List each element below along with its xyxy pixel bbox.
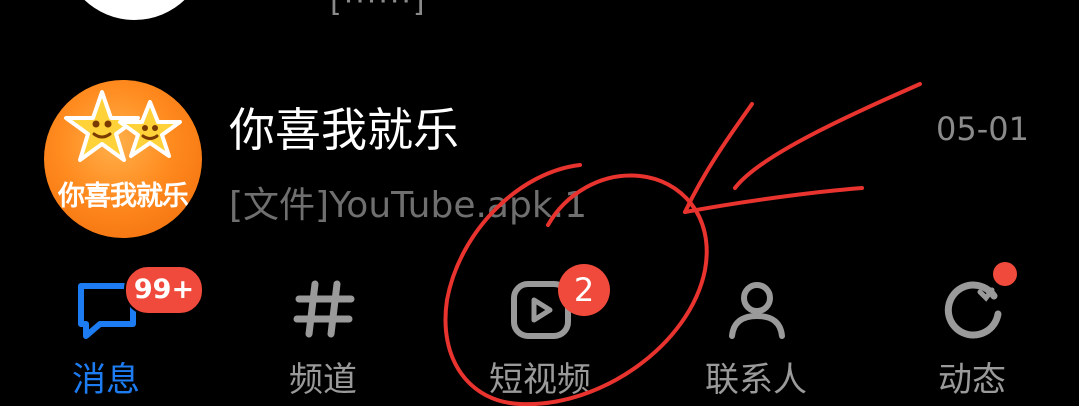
bottom-tab-bar: 99+ 消息 频道 2 短视频 联系人 动态 (0, 262, 1079, 406)
stars-logo-icon (64, 90, 182, 162)
avatar-caption: 你喜我就乐 (58, 181, 189, 212)
tab-label: 动态 (938, 360, 1006, 400)
previous-chat-preview: [······] (330, 0, 427, 19)
chat-last-message: [文件]YouTube.apk.1 (229, 185, 588, 226)
tab-label: 频道 (289, 360, 357, 400)
tab-messages[interactable]: 99+ 消息 (36, 262, 204, 402)
chat-time: 05-01 (936, 110, 1029, 148)
previous-chat-avatar (62, 0, 207, 20)
tab-channels[interactable]: 频道 (253, 262, 393, 402)
tab-label: 短视频 (489, 360, 591, 400)
chat-avatar: 你喜我就乐 (44, 80, 202, 238)
tab-short-video[interactable]: 2 短视频 (470, 262, 610, 402)
tab-label: 联系人 (705, 360, 807, 400)
unread-badge: 2 (558, 264, 610, 316)
tab-label: 消息 (72, 360, 140, 400)
hashtag-icon (293, 280, 355, 338)
tab-activity[interactable]: 动态 (902, 262, 1042, 402)
activity-icon (944, 281, 1002, 339)
chat-item[interactable]: 你喜我就乐 你喜我就乐 05-01 [文件]YouTube.apk.1 (0, 80, 1079, 240)
notification-dot (993, 262, 1017, 286)
tab-contacts[interactable]: 联系人 (686, 262, 826, 402)
contacts-icon (729, 282, 785, 339)
unread-badge: 99+ (124, 265, 204, 315)
chat-name: 你喜我就乐 (229, 103, 459, 157)
